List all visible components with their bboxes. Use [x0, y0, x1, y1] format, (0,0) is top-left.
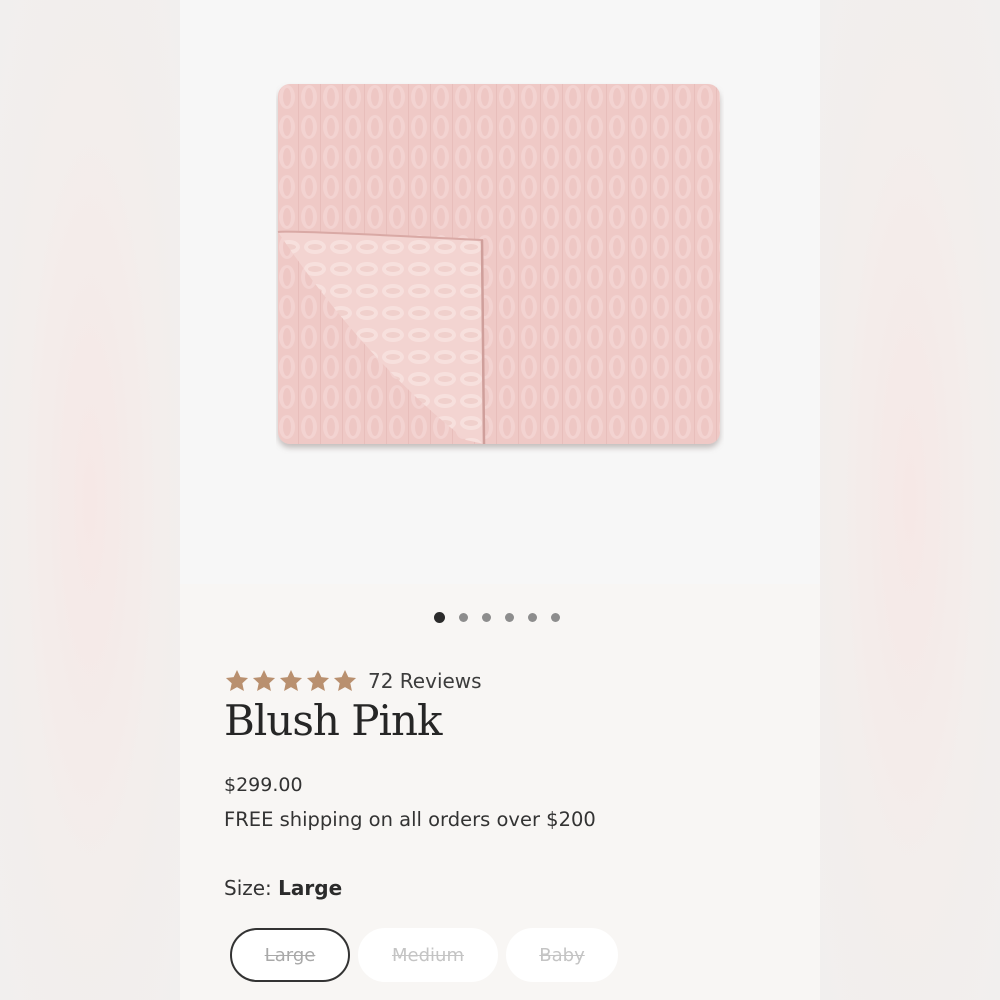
size-option-large[interactable]: Large [230, 928, 350, 982]
blanket-illustration [277, 84, 720, 445]
star-icon [279, 669, 303, 691]
star-icon [306, 669, 330, 691]
carousel-dot[interactable] [459, 613, 468, 622]
shipping-note: FREE shipping on all orders over $200 [224, 808, 596, 831]
size-label: Size: Large [224, 876, 342, 900]
carousel-dot[interactable] [482, 613, 491, 622]
size-label-text: Size: [224, 876, 272, 900]
product-image[interactable] [276, 82, 724, 458]
carousel-dot[interactable] [551, 613, 560, 622]
star-icon [333, 669, 357, 691]
size-options: Large Medium Baby [230, 928, 618, 982]
selected-size: Large [278, 876, 343, 900]
rating[interactable]: 72 Reviews [224, 668, 482, 694]
carousel-dot[interactable] [505, 613, 514, 622]
product-image-area[interactable] [180, 0, 820, 584]
star-icon [225, 669, 249, 691]
background-right [820, 0, 1000, 1000]
carousel-dot[interactable] [528, 613, 537, 622]
size-option-medium[interactable]: Medium [358, 928, 498, 982]
size-option-baby[interactable]: Baby [506, 928, 618, 982]
background-left [0, 0, 180, 1000]
product-price: $299.00 [224, 774, 303, 796]
star-rating [224, 668, 358, 694]
product-title: Blush Pink [224, 696, 442, 745]
carousel-dot[interactable] [434, 612, 445, 623]
carousel-dots [434, 612, 560, 623]
star-icon [252, 669, 276, 691]
review-count[interactable]: 72 Reviews [368, 669, 482, 693]
product-card: 72 Reviews Blush Pink $299.00 FREE shipp… [180, 0, 820, 1000]
